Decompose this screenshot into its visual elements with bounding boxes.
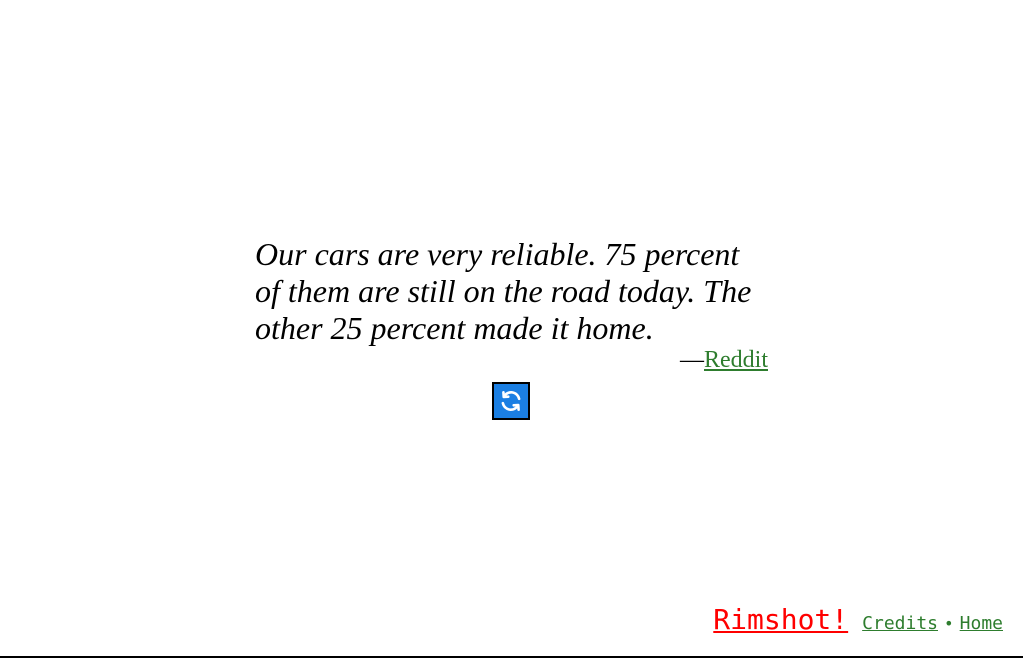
source-link[interactable]: Reddit: [704, 347, 768, 373]
attribution-dash: —: [680, 347, 704, 373]
refresh-icon: [501, 391, 521, 411]
refresh-button[interactable]: [492, 382, 530, 420]
rimshot-link[interactable]: Rimshot!: [713, 603, 848, 636]
footer-separator: •: [944, 614, 954, 633]
quote-text: Our cars are very reliable. 75 percent o…: [255, 236, 752, 346]
footer: Rimshot! Credits • Home: [713, 603, 1003, 636]
attribution: —Reddit: [255, 345, 768, 375]
home-link[interactable]: Home: [960, 613, 1003, 634]
credits-link[interactable]: Credits: [862, 613, 938, 634]
quote-block: Our cars are very reliable. 75 percent o…: [255, 236, 768, 375]
